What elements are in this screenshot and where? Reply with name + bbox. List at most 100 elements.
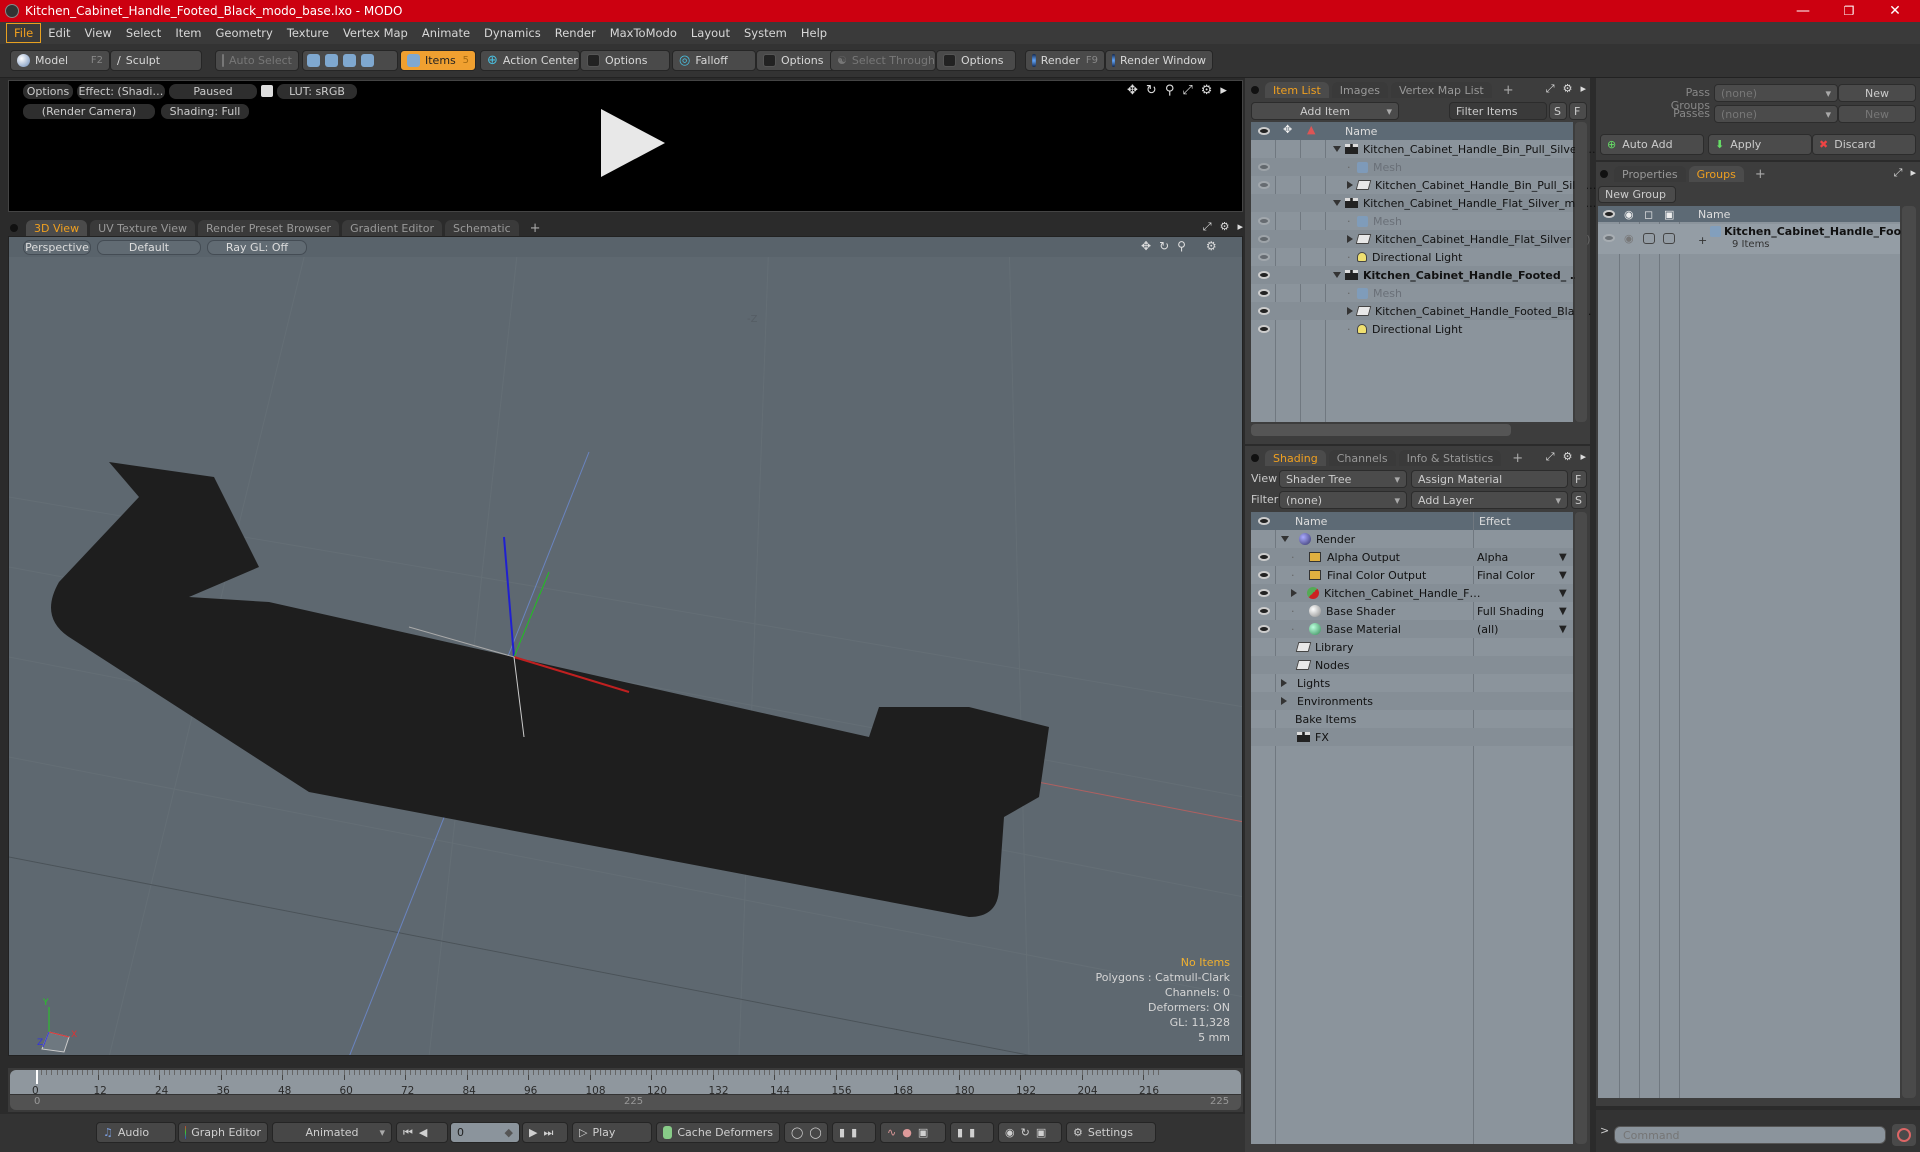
menu-edit[interactable]: Edit bbox=[41, 24, 77, 42]
preview-paused-toggle[interactable]: Paused bbox=[169, 84, 257, 99]
3d-viewport[interactable]: -Z Y X Z Perspective Default Ray GL: Off… bbox=[8, 236, 1243, 1056]
maximize-icon[interactable]: ⤢ bbox=[1546, 450, 1555, 464]
visibility-eye-icon[interactable] bbox=[1258, 253, 1270, 261]
shader-tree-row[interactable]: · Base Shader Full Shading ▼ bbox=[1251, 602, 1573, 620]
visibility-eye-icon[interactable] bbox=[1258, 589, 1270, 597]
group-visibility-icon[interactable] bbox=[1603, 234, 1615, 242]
expand-arrow-icon[interactable] bbox=[1347, 307, 1353, 315]
expand-arrow-icon[interactable] bbox=[1281, 679, 1287, 687]
shader-tree-row[interactable]: Environments bbox=[1251, 692, 1573, 710]
shading-dropdown[interactable]: Shading: Full bbox=[161, 104, 249, 119]
collapse-arrow-icon[interactable] bbox=[1333, 200, 1341, 206]
play-preview-icon[interactable] bbox=[601, 109, 665, 177]
panel-menu-dot-icon[interactable] bbox=[1600, 170, 1608, 178]
animated-dropdown[interactable]: Animated bbox=[272, 1122, 392, 1143]
last-key-icon[interactable]: ▮ bbox=[969, 1126, 975, 1139]
filter-f-button[interactable]: F bbox=[1569, 102, 1587, 120]
expand-arrow-icon[interactable] bbox=[1281, 697, 1287, 705]
menu-item[interactable]: Item bbox=[168, 24, 208, 42]
shader-tree-row[interactable]: Nodes bbox=[1251, 656, 1573, 674]
shading-f-button[interactable]: F bbox=[1571, 470, 1587, 488]
add-tab-button[interactable]: + bbox=[1495, 82, 1522, 98]
group-expand-icon[interactable]: + bbox=[1698, 234, 1707, 247]
pass-groups-dropdown[interactable]: (none) bbox=[1714, 84, 1838, 102]
next-key-icon[interactable]: ◯ bbox=[809, 1126, 821, 1139]
default-style-dropdown[interactable]: Default bbox=[97, 240, 201, 255]
tab-render-preset-browser[interactable]: Render Preset Browser bbox=[198, 220, 340, 236]
effect-value[interactable]: Alpha bbox=[1477, 551, 1508, 564]
frame-input[interactable]: 0 ◆ bbox=[450, 1122, 520, 1143]
range-bar[interactable]: 0 225 225 bbox=[10, 1094, 1241, 1110]
expand-arrow-icon[interactable] bbox=[1347, 181, 1353, 189]
item-list-scrollbar[interactable] bbox=[1251, 424, 1511, 436]
select-through-button[interactable]: ☯ Select Through bbox=[830, 50, 936, 71]
effect-dropdown-arrow-icon[interactable]: ▼ bbox=[1559, 570, 1567, 581]
item-list-row[interactable]: Kitchen_Cabinet_Handle_Flat_Silver_mo … bbox=[1251, 194, 1596, 212]
visibility-eye-icon[interactable] bbox=[1258, 163, 1270, 171]
menu-animate[interactable]: Animate bbox=[415, 24, 477, 42]
shading-s-button[interactable]: S bbox=[1571, 491, 1587, 509]
settings-button[interactable]: ⚙ Settings bbox=[1066, 1122, 1156, 1143]
pan-icon[interactable]: ✥ bbox=[1127, 83, 1138, 98]
action-center-options-button[interactable]: Options bbox=[580, 50, 670, 71]
gear-icon[interactable]: ⚙ bbox=[1201, 83, 1213, 98]
pan-icon[interactable]: ✥ bbox=[1141, 239, 1151, 253]
play-button[interactable]: ▷ Play bbox=[572, 1122, 652, 1143]
gear-icon[interactable]: ⚙ bbox=[1220, 220, 1230, 234]
visibility-eye-icon[interactable] bbox=[1258, 325, 1270, 333]
materials-mode-icon[interactable] bbox=[361, 54, 374, 67]
effect-dropdown-arrow-icon[interactable]: ▼ bbox=[1559, 624, 1567, 635]
group-row[interactable]: ◉ + Kitchen_Cabinet_Handle_Foo… 9 Items bbox=[1598, 224, 1912, 254]
audio-button[interactable]: ♫ Audio bbox=[96, 1122, 176, 1143]
shader-tree-row[interactable]: · Alpha Output Alpha ▼ bbox=[1251, 548, 1573, 566]
expand-arrow-icon[interactable]: ▸ bbox=[1580, 82, 1586, 96]
polygons-mode-icon[interactable] bbox=[343, 54, 356, 67]
key-select-icon[interactable]: ◉ bbox=[1005, 1126, 1015, 1139]
zoom-icon[interactable]: ⚲ bbox=[1165, 83, 1175, 98]
skip-to-end-icon[interactable]: ⏭ bbox=[543, 1126, 553, 1140]
visibility-eye-icon[interactable] bbox=[1258, 217, 1270, 225]
visibility-eye-icon[interactable] bbox=[1258, 235, 1270, 243]
tab-images[interactable]: Images bbox=[1331, 82, 1388, 98]
tab-shading[interactable]: Shading bbox=[1265, 450, 1326, 466]
lock-icon[interactable] bbox=[261, 85, 273, 97]
effect-dropdown-arrow-icon[interactable]: ▼ bbox=[1559, 606, 1567, 617]
add-item-dropdown[interactable]: Add Item bbox=[1251, 102, 1399, 120]
prev-key-icon[interactable]: ◯ bbox=[791, 1126, 803, 1139]
timeline[interactable]: 0 12 24 36 48 60 72 84 96 108 120 132 144 156 168 180 19… bbox=[8, 1068, 1243, 1112]
effect-dropdown-arrow-icon[interactable]: ▼ bbox=[1559, 588, 1567, 599]
collapse-arrow-icon[interactable] bbox=[1281, 536, 1289, 542]
auto-select-button[interactable]: Auto Select bbox=[215, 50, 299, 71]
lut-dropdown[interactable]: LUT: sRGB bbox=[277, 84, 357, 99]
minimize-button[interactable]: — bbox=[1780, 0, 1826, 22]
auto-add-button[interactable]: ⊕ Auto Add bbox=[1600, 134, 1704, 155]
menu-geometry[interactable]: Geometry bbox=[209, 24, 280, 42]
falloff-options-button[interactable]: Options bbox=[756, 50, 836, 71]
maximize-icon[interactable]: ⤢ bbox=[1182, 83, 1192, 98]
add-tab-button[interactable]: + bbox=[1747, 166, 1774, 182]
perspective-dropdown[interactable]: Perspective bbox=[23, 240, 91, 255]
menu-render[interactable]: Render bbox=[548, 24, 603, 42]
item-list-row[interactable]: Kitchen_Cabinet_Handle_Footed_ … bbox=[1251, 266, 1581, 284]
menu-texture[interactable]: Texture bbox=[280, 24, 336, 42]
visibility-eye-icon[interactable] bbox=[1258, 571, 1270, 579]
tab-info-statistics[interactable]: Info & Statistics bbox=[1398, 450, 1502, 466]
shader-tree-row[interactable]: Bake Items bbox=[1251, 710, 1573, 728]
filter-items-input[interactable]: Filter Items bbox=[1449, 102, 1547, 120]
step-back-icon[interactable]: ◀ bbox=[419, 1126, 427, 1139]
tab-3d-view[interactable]: 3D View bbox=[26, 220, 88, 236]
tab-gradient-editor[interactable]: Gradient Editor bbox=[342, 220, 442, 236]
new-pass-button[interactable]: New bbox=[1838, 105, 1916, 123]
item-list-row[interactable]: · Directional Light bbox=[1251, 320, 1573, 338]
shader-tree-row[interactable]: Lights bbox=[1251, 674, 1573, 692]
close-button[interactable]: ✕ bbox=[1872, 0, 1918, 22]
sculpt-mode-button[interactable]: ∕ Sculpt bbox=[110, 50, 202, 71]
graph-editor-button[interactable]: Graph Editor bbox=[178, 1122, 268, 1143]
item-list-row[interactable]: Kitchen_Cabinet_Handle_Bin_Pull_Silver … bbox=[1251, 140, 1596, 158]
action-center-button[interactable]: ⊕ Action Center bbox=[480, 50, 580, 71]
item-list[interactable]: ✥ ▲ Name Kitchen_Cabinet_Handle_Bin_Pull… bbox=[1251, 122, 1596, 422]
prev-frame-key-icon[interactable]: ▮ bbox=[851, 1126, 857, 1139]
expand-arrow-icon[interactable] bbox=[1291, 589, 1297, 597]
item-list-row[interactable]: · Mesh bbox=[1251, 158, 1573, 176]
skip-to-start-icon[interactable]: ⏮ bbox=[403, 1126, 413, 1140]
